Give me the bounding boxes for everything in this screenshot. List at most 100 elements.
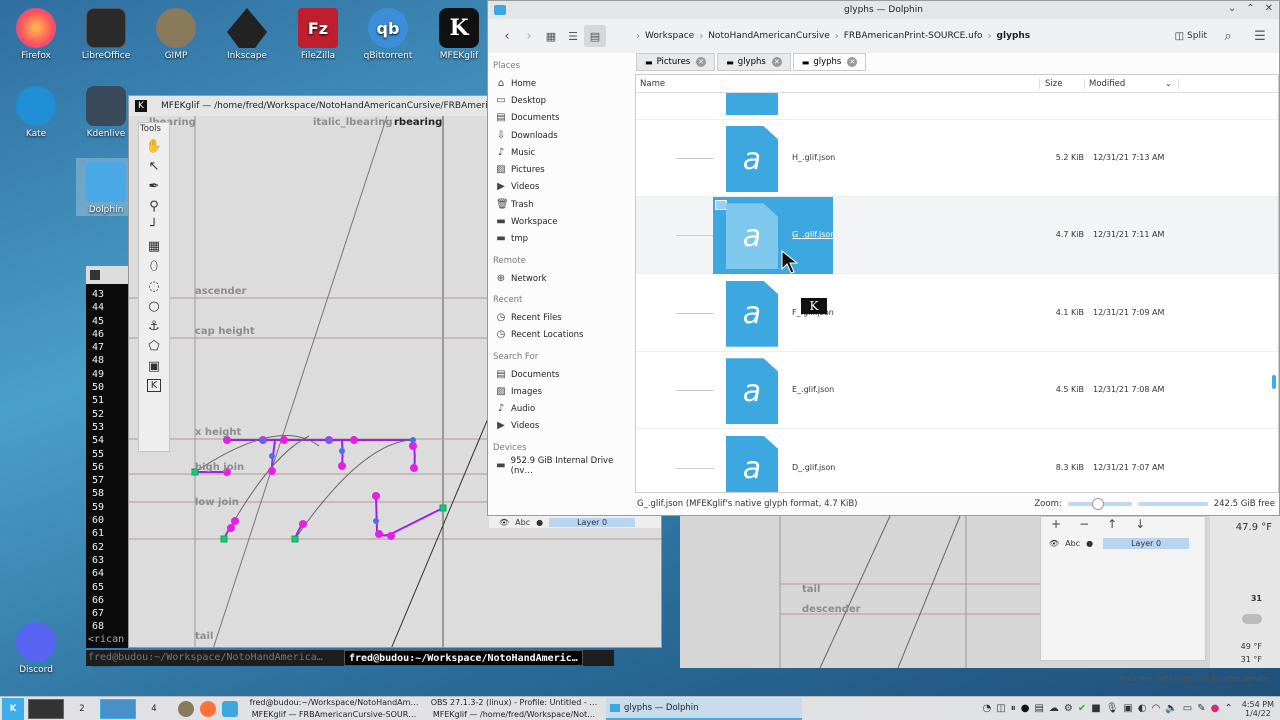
color-tray-icon[interactable]: ● xyxy=(1211,703,1220,714)
wifi-tray-icon[interactable]: ◠ xyxy=(1152,703,1161,714)
close-tab-icon[interactable]: ✕ xyxy=(847,57,858,67)
tab-glyphs-active[interactable]: ▬ glyphs ✕ xyxy=(792,53,867,71)
desktop-icon-gimp[interactable]: GIMP xyxy=(146,8,206,61)
maximize-icon[interactable]: ⌃ xyxy=(1246,3,1254,14)
pager-desktop-3[interactable] xyxy=(100,698,136,719)
task-mfekglif-1[interactable]: MFEKglif — FRBAmericanCursive-SOUR… xyxy=(252,709,417,720)
task-dolphin[interactable]: glyphs — Dolphin xyxy=(606,697,802,720)
file-row[interactable]: a G_.glif.json 4.7 KiB 12/31/21 7:11 AM xyxy=(636,197,1278,275)
record-tray-icon[interactable]: ▣ xyxy=(1123,703,1132,714)
hamburger-menu-icon[interactable]: ☰ xyxy=(1249,25,1271,47)
back-icon[interactable]: ‹ xyxy=(496,25,518,47)
task-group-terminal[interactable]: fred@budou:~/Workspace/NotoHandAm… MFEKg… xyxy=(246,697,422,720)
discord-tray-icon[interactable]: ◔ xyxy=(983,703,992,714)
zoom-slider-handle[interactable] xyxy=(1091,498,1104,510)
move-down-icon[interactable]: ↓ xyxy=(1135,517,1145,531)
close-icon[interactable]: ✕ xyxy=(1265,3,1273,14)
sort-chevron-icon[interactable]: ⌄ xyxy=(1165,79,1172,88)
places-item-recent-files[interactable]: ◷ Recent Files xyxy=(488,309,634,326)
split-button[interactable]: ◫ Split xyxy=(1175,31,1207,42)
update-tray-icon[interactable]: ✔ xyxy=(1078,703,1086,714)
compact-view-icon[interactable]: ☰ xyxy=(562,25,584,47)
desktop-icon-libreoffice[interactable]: LibreOffice xyxy=(76,8,136,61)
places-item-downloads[interactable]: ⇩ Downloads xyxy=(488,127,634,144)
guidelines-tool-icon[interactable]: K xyxy=(147,379,161,392)
file-name[interactable]: G_.glif.json xyxy=(792,230,835,239)
places-item-audio[interactable]: ♪ Audio xyxy=(488,400,634,417)
desktop-icon-qbittorrent[interactable]: qb qBittorrent xyxy=(358,8,418,61)
vpn-tray-icon[interactable]: ◐ xyxy=(1138,703,1147,714)
terminal-titlebar[interactable] xyxy=(86,266,128,284)
forward-icon[interactable]: › xyxy=(518,25,540,47)
file-row[interactable]: a E_.glif.json 4.5 KiB 12/31/21 7:08 AM xyxy=(636,352,1278,430)
desktop-icon-dolphin[interactable]: Dolphin xyxy=(76,158,136,216)
ellipse-tool-icon[interactable]: ⬯ xyxy=(150,259,158,274)
kdeconnect-tray-icon[interactable]: ● xyxy=(1021,703,1030,714)
breadcrumb-glyphs[interactable]: glyphs xyxy=(997,31,1031,41)
task-terminal[interactable]: fred@budou:~/Workspace/NotoHandAm… xyxy=(250,697,419,709)
clock[interactable]: 4:54 PM 1/4/22 xyxy=(1242,700,1274,718)
tab-pictures[interactable]: ▬ Pictures ✕ xyxy=(636,53,716,71)
file-row[interactable]: a D_.glif.json 8.3 KiB 12/31/21 7:07 AM xyxy=(636,430,1278,492)
circle-tool-icon[interactable]: ◌ xyxy=(148,279,159,294)
eye-icon[interactable]: 👁 xyxy=(1049,539,1059,548)
desktop-icon-discord[interactable]: Discord xyxy=(6,622,66,675)
breadcrumb-noto[interactable]: NotoHandAmericanCursive xyxy=(708,31,830,41)
dolphin-titlebar[interactable]: glyphs — Dolphin ⌄ ⌃ ✕ xyxy=(488,1,1279,19)
gimp-task-icon[interactable] xyxy=(178,700,194,717)
places-item-videos[interactable]: ▶ Videos xyxy=(488,179,634,196)
move-up-icon[interactable]: ↑ xyxy=(1107,517,1117,531)
pager-desktop-2[interactable]: 2 xyxy=(64,704,100,714)
abc-toggle[interactable]: Abc xyxy=(1065,539,1080,548)
volume-tray-icon[interactable]: 🔈 xyxy=(1165,703,1177,714)
app-tray-icon[interactable]: ■ xyxy=(1091,703,1100,714)
file-name[interactable]: E_.glif.json xyxy=(792,385,834,394)
expand-tray-icon[interactable]: ⌃ xyxy=(1224,703,1232,714)
desktop-icon-firefox[interactable]: Firefox xyxy=(6,8,66,61)
pager-desktop-4[interactable]: 4 xyxy=(136,704,172,714)
close-tab-icon[interactable]: ✕ xyxy=(696,57,707,67)
places-item-documents[interactable]: ▤ Documents xyxy=(488,110,634,127)
terminal-tab[interactable]: fred@budou:~/Workspace/NotoHandAmerica… xyxy=(86,650,344,666)
places-item-workspace[interactable]: ▬ Workspace xyxy=(488,213,634,230)
icons-view-icon[interactable]: ▦ xyxy=(540,25,562,47)
image-tool-icon[interactable]: ▣ xyxy=(148,359,160,374)
places-item-videos[interactable]: ▶ Videos xyxy=(488,418,634,435)
zoom-slider[interactable] xyxy=(1067,498,1132,510)
places-item-desktop[interactable]: ▭ Desktop xyxy=(488,92,634,109)
places-item-952-9-gib-internal-drive-nv-[interactable]: ▬ 952.9 GiB Internal Drive (nv… xyxy=(488,456,634,476)
dolphin-task-icon[interactable] xyxy=(222,700,238,717)
loop-tool-icon[interactable]: ○ xyxy=(148,299,159,314)
places-item-images[interactable]: ▨ Images xyxy=(488,383,634,400)
desktop-icon-mfekglif[interactable]: K MFEKglif xyxy=(429,8,489,61)
terminal-tab-active[interactable]: fred@budou:~/Workspace/NotoHandAmeric… xyxy=(344,650,583,666)
layer-name[interactable]: Layer 0 xyxy=(1103,538,1190,549)
desktop-icon-kdenlive[interactable]: Kdenlive xyxy=(76,86,136,139)
desktop-icon-kate[interactable]: Kate xyxy=(6,86,66,139)
mask-icon[interactable]: ● xyxy=(1086,539,1093,548)
clipboard-tray-icon[interactable]: ▤ xyxy=(1034,703,1043,714)
places-item-network[interactable]: ⊕ Network xyxy=(488,270,634,287)
selection-toggle[interactable] xyxy=(715,200,727,211)
pan-tool-icon[interactable]: ✋ xyxy=(146,139,162,154)
screenshot-tray-icon[interactable]: ◫ xyxy=(996,703,1005,714)
anchor-tool-icon[interactable]: ⚓ xyxy=(148,319,160,334)
firefox-task-icon[interactable] xyxy=(200,700,216,717)
pen-tool-icon[interactable]: ✒ xyxy=(149,179,160,194)
abc-toggle[interactable]: Abc xyxy=(515,518,530,527)
grid-tool-icon[interactable]: ▦ xyxy=(148,239,160,254)
file-name[interactable]: H_.glif.json xyxy=(792,153,835,162)
places-item-trash[interactable]: 🗑 Trash xyxy=(488,196,634,213)
file-name[interactable]: D_.glif.json xyxy=(792,463,835,472)
vws-tool-icon[interactable]: ⚲ xyxy=(149,199,159,214)
mic-tray-icon[interactable]: 🎙 xyxy=(1106,703,1119,714)
pause-tray-icon[interactable]: ⏸ xyxy=(1011,703,1016,714)
pager-desktop-1[interactable] xyxy=(28,698,64,719)
breadcrumb-workspace[interactable]: Workspace xyxy=(645,31,694,41)
pen-tray-icon[interactable]: ✎ xyxy=(1197,703,1205,714)
terminal-window[interactable]: 43 44 45 46 47 48 49 50 51 52 53 54 55 56 57 58 59 60 61 62… xyxy=(86,266,128,648)
display-tray-icon[interactable]: ▭ xyxy=(1183,703,1192,714)
file-row[interactable]: aF_.glif.json4.1 KiB12/31/21 7:09 AM xyxy=(636,275,1278,352)
close-tab-icon[interactable]: ✕ xyxy=(771,57,782,67)
details-view-icon[interactable]: ▤ xyxy=(584,25,606,47)
